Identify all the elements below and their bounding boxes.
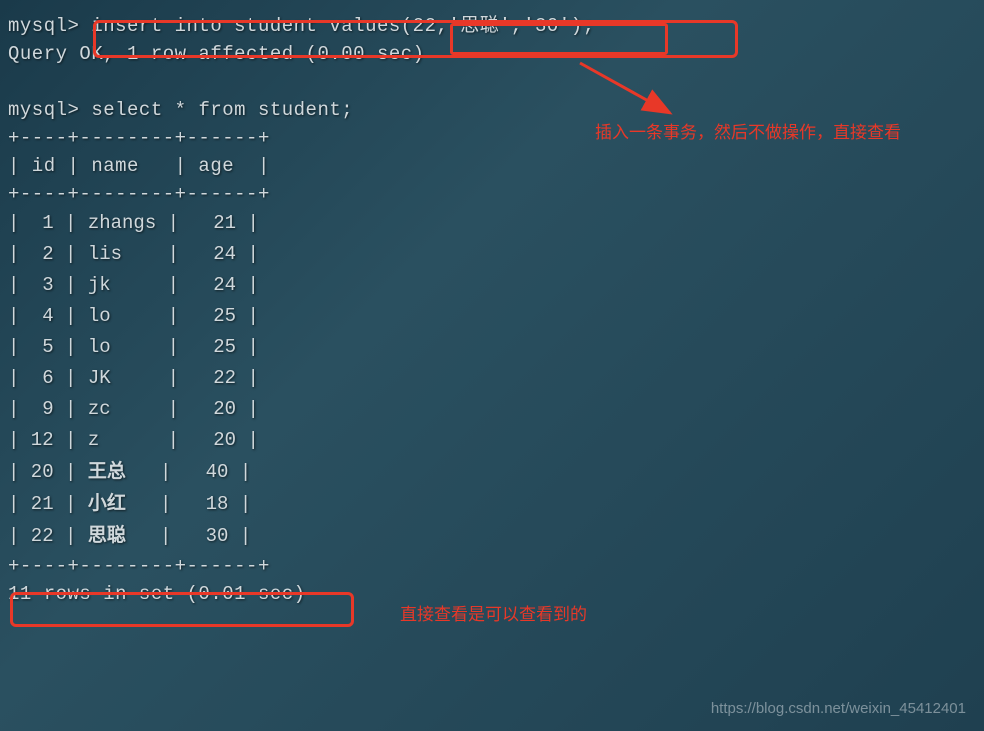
blank-line — [8, 68, 976, 96]
table-row: | 21 | 小红 | 18 | — [8, 488, 976, 520]
table-row: | 4 | lo | 25 | — [8, 301, 976, 332]
table-header: | id | name | age | — [8, 152, 976, 180]
table-body: | 1 | zhangs | 21 || 2 | lis | 24 || 3 |… — [8, 208, 976, 552]
table-row: | 5 | lo | 25 | — [8, 332, 976, 363]
annotation-select: 直接查看是可以查看到的 — [400, 600, 587, 625]
select-command: select * from student; — [79, 99, 353, 121]
table-row: | 20 | 王总 | 40 | — [8, 456, 976, 488]
annotation-insert: 插入一条事务，然后不做操作，直接查看 — [595, 118, 901, 143]
table-row: | 2 | lis | 24 | — [8, 239, 976, 270]
insert-command-line: mysql> insert into student values(22,'思聪… — [8, 12, 976, 40]
table-row: | 12 | z | 20 | — [8, 425, 976, 456]
mysql-prompt: mysql> — [8, 99, 79, 121]
mysql-prompt: mysql> — [8, 15, 79, 37]
table-separator: +----+--------+------+ — [8, 180, 976, 208]
terminal-output: mysql> insert into student values(22,'思聪… — [8, 12, 976, 608]
insert-command: insert into student values(22,'思聪','30')… — [79, 15, 594, 37]
table-row: | 1 | zhangs | 21 | — [8, 208, 976, 239]
table-row: | 3 | jk | 24 | — [8, 270, 976, 301]
watermark: https://blog.csdn.net/weixin_45412401 — [711, 700, 966, 717]
query-ok-line: Query OK, 1 row affected (0.00 sec) — [8, 40, 976, 68]
table-separator: +----+--------+------+ — [8, 552, 976, 580]
table-row: | 6 | JK | 22 | — [8, 363, 976, 394]
table-row: | 9 | zc | 20 | — [8, 394, 976, 425]
table-row: | 22 | 思聪 | 30 | — [8, 520, 976, 552]
